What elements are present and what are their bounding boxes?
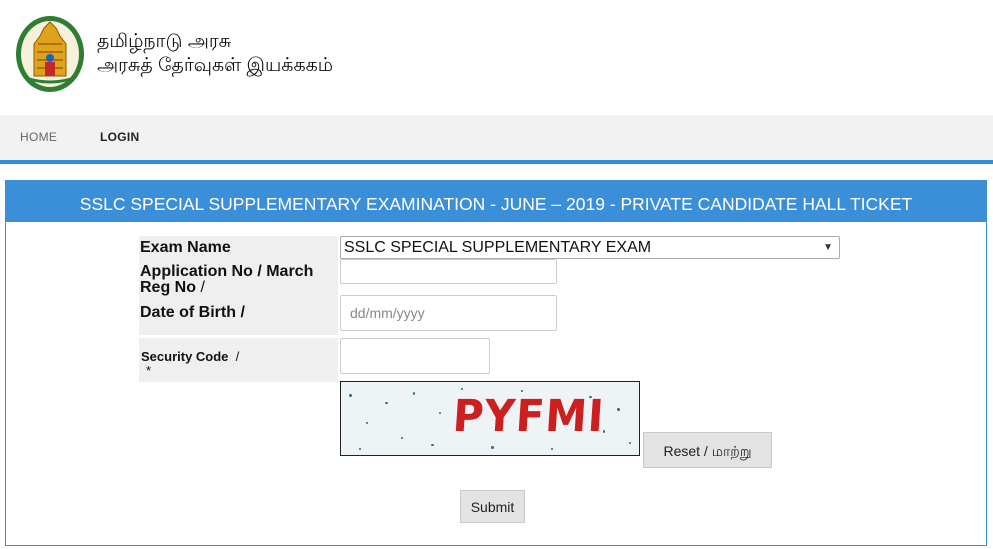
application-no-input[interactable] [340,259,557,284]
app-no-label-line2: Reg No [140,279,196,296]
organization-name: தமிழ்நாடு அரசு [97,31,232,52]
app-no-label-suffix: / [196,279,205,296]
nav-item-login[interactable]: LOGIN [100,130,140,144]
date-of-birth-input[interactable]: dd/mm/yyyy [340,295,557,331]
captcha-image: PYFMI [340,381,640,456]
dropdown-caret-icon: ▼ [823,242,833,253]
site-header: தமிழ்நாடு அரசு அரசுத் தேர்வுகள் இயக்ககம் [0,0,993,115]
captcha-text: PYFMI [451,391,607,442]
security-code-input[interactable] [340,338,490,374]
submit-button[interactable]: Submit [460,490,525,523]
app-no-label: Application No / March Reg No / [140,264,313,296]
security-code-label-text: Security Code [141,349,229,364]
dob-label: Date of Birth / [140,304,245,321]
department-name: அரசுத் தேர்வுகள் இயக்ககம் [97,55,334,76]
app-no-label-line1: Application No / March [140,263,314,280]
nav-bar [0,115,993,160]
exam-name-select[interactable]: SSLC SPECIAL SUPPLEMENTARY EXAM ▼ [340,236,840,259]
panel-title: SSLC SPECIAL SUPPLEMENTARY EXAMINATION -… [6,181,986,222]
nav-item-home[interactable]: HOME [20,130,57,144]
security-code-label-suffix: / [235,349,240,364]
security-code-label: Security Code / [141,349,239,365]
exam-name-label: Exam Name [140,239,231,256]
tamil-nadu-emblem-icon [16,16,84,92]
reset-captcha-button[interactable]: Reset / மாற்று [643,432,772,468]
nav-divider [0,160,993,164]
required-asterisk: * [146,363,152,378]
exam-name-selected-value: SSLC SPECIAL SUPPLEMENTARY EXAM [344,239,652,256]
